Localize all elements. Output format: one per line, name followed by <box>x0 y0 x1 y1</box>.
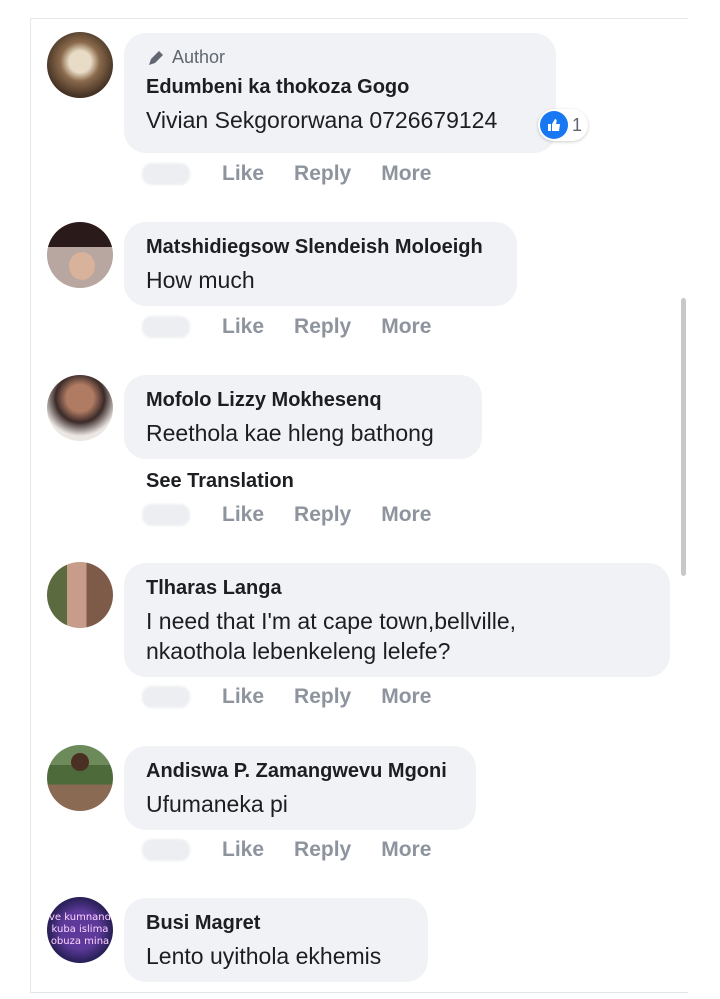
panel-bottom-border <box>30 992 688 993</box>
more-button[interactable]: More <box>381 503 431 527</box>
timestamp-blurred <box>142 839 190 861</box>
comment-bubble: Matshidiegsow Slendeish Moloeigh How muc… <box>124 222 517 306</box>
comment-actions: Like Reply More <box>142 503 461 527</box>
comment-text: Lento uyithola ekhemis <box>146 943 382 969</box>
avatar[interactable] <box>47 745 113 811</box>
commenter-name[interactable]: Andiswa P. Zamangwevu Mgoni <box>146 760 454 783</box>
timestamp-blurred <box>142 504 190 526</box>
avatar[interactable] <box>47 562 113 628</box>
avatar[interactable] <box>47 222 113 288</box>
see-translation-link[interactable]: See Translation <box>146 470 294 493</box>
reply-button[interactable]: Reply <box>294 503 351 527</box>
comment-actions: Like Reply More <box>142 315 461 339</box>
timestamp-blurred <box>142 686 190 708</box>
like-button[interactable]: Like <box>222 315 264 339</box>
more-button[interactable]: More <box>381 838 431 862</box>
avatar-text: ve kumnand kuba islima obuza mina <box>49 912 111 947</box>
like-button[interactable]: Like <box>222 838 264 862</box>
comment-text: Ufumaneka pi <box>146 791 288 817</box>
timestamp-blurred <box>142 316 190 338</box>
more-button[interactable]: More <box>381 685 431 709</box>
like-button[interactable]: Like <box>222 503 264 527</box>
comment-bubble: Tlharas Langa I need that I'm at cape to… <box>124 563 670 677</box>
reply-button[interactable]: Reply <box>294 838 351 862</box>
author-badge-label: Author <box>172 47 226 67</box>
timestamp-blurred <box>142 163 190 185</box>
like-reaction-icon <box>540 111 568 139</box>
reply-button[interactable]: Reply <box>294 685 351 709</box>
commenter-name[interactable]: Matshidiegsow Slendeish Moloeigh <box>146 236 495 259</box>
commenter-name[interactable]: Mofolo Lizzy Mokhesenq <box>146 389 460 412</box>
more-button[interactable]: More <box>381 315 431 339</box>
panel-left-border <box>30 18 31 993</box>
comment-bubble: Andiswa P. Zamangwevu Mgoni Ufumaneka pi <box>124 746 476 830</box>
comment-bubble: Author Edumbeni ka thokoza Gogo Vivian S… <box>124 33 556 153</box>
comment-text: Reethola kae hleng bathong <box>146 420 434 446</box>
more-button[interactable]: More <box>381 162 431 186</box>
reaction-count-label: 1 <box>572 114 583 135</box>
comment-text: Vivian Sekgororwana 0726679124 <box>146 107 498 133</box>
avatar[interactable] <box>47 375 113 441</box>
pen-icon <box>149 50 163 65</box>
reply-button[interactable]: Reply <box>294 162 351 186</box>
commenter-name[interactable]: Busi Magret <box>146 912 406 935</box>
avatar[interactable]: ve kumnand kuba islima obuza mina <box>47 897 113 963</box>
like-button[interactable]: Like <box>222 162 264 186</box>
reaction-count[interactable]: 1 <box>538 109 589 141</box>
comment-actions: Like Reply More <box>142 162 461 186</box>
comment-text-line-2: nkaothola lebenkeleng lelefe? <box>146 638 451 664</box>
author-badge: Author <box>146 47 534 68</box>
comment-bubble: Mofolo Lizzy Mokhesenq Reethola kae hlen… <box>124 375 482 459</box>
comment-actions: Like Reply More <box>142 685 461 709</box>
scrollbar[interactable] <box>681 298 686 576</box>
commenter-name[interactable]: Tlharas Langa <box>146 577 648 600</box>
comment-text: How much <box>146 267 255 293</box>
comment-text-line-1: I need that I'm at cape town,bellville, <box>146 608 517 634</box>
reply-button[interactable]: Reply <box>294 315 351 339</box>
panel-top-border <box>30 18 688 19</box>
avatar[interactable] <box>47 32 113 98</box>
comment-actions: Like Reply More <box>142 838 461 862</box>
comment-bubble: Busi Magret Lento uyithola ekhemis <box>124 898 428 982</box>
commenter-name[interactable]: Edumbeni ka thokoza Gogo <box>146 76 534 99</box>
like-button[interactable]: Like <box>222 685 264 709</box>
